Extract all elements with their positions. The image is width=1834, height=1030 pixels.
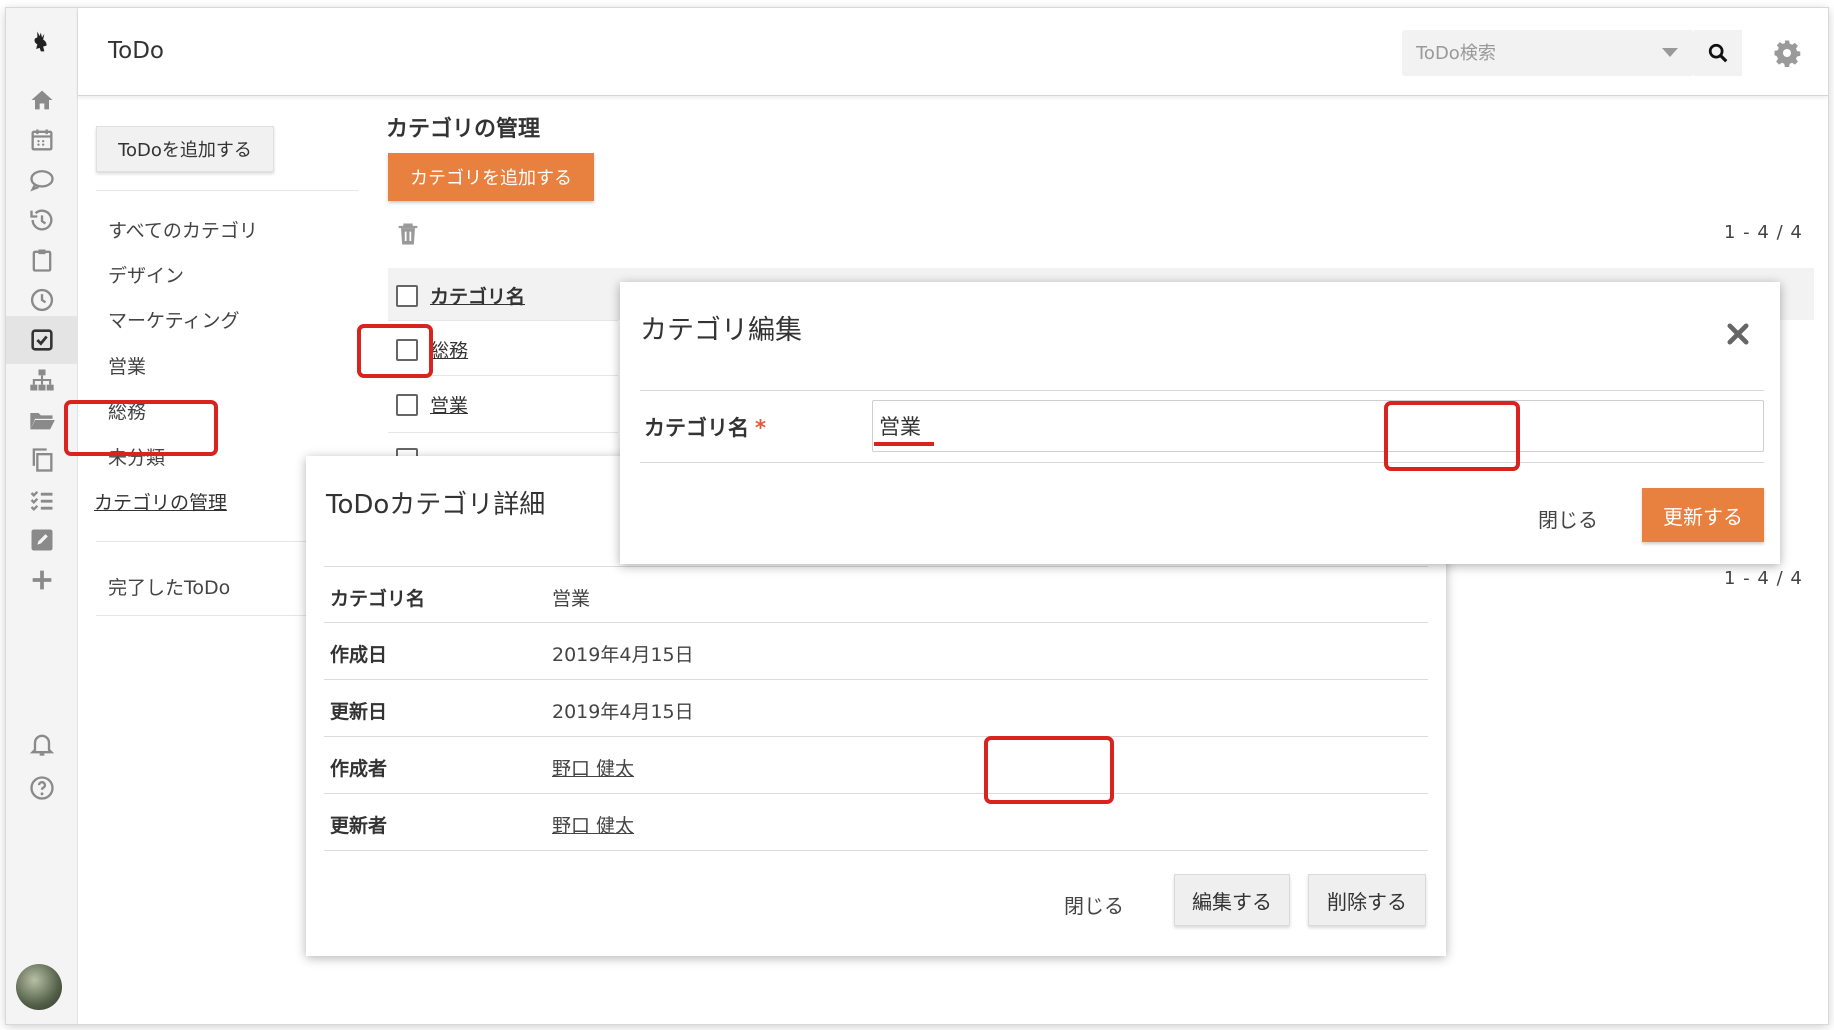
row-checkbox[interactable] [396,394,418,416]
field-value: 2019年4月15日 [552,644,694,666]
select-all-checkbox[interactable] [396,285,418,307]
highlight-update-button [1384,401,1520,471]
category-name-label: カテゴリ名 * [644,412,766,442]
sidebar-item-sales[interactable]: 営業 [108,352,146,379]
column-header-category-name[interactable]: カテゴリ名 [430,282,525,309]
pager-bottom: 1 - 4 / 4 [1724,568,1803,589]
highlight-edit-button [984,736,1114,804]
close-button[interactable]: 閉じる [1538,504,1598,533]
avatar[interactable] [16,964,62,1010]
search-box[interactable] [1402,30,1694,76]
sidebar-item-marketing[interactable]: マーケティング [108,306,239,333]
logo-icon[interactable] [26,26,58,58]
org-chart-icon[interactable] [26,364,58,396]
folder-icon[interactable] [26,404,58,436]
field-value: 営業 [552,588,591,610]
close-icon[interactable] [1724,320,1752,348]
dialog-title: カテゴリ編集 [640,315,802,346]
checklist-icon[interactable] [26,484,58,516]
table-row: 作成日 2019年4月15日 [324,623,1428,680]
search-button[interactable] [1694,30,1742,76]
required-mark: * [755,416,766,440]
app-title: ToDo [108,38,164,64]
chevron-down-icon[interactable] [1662,48,1678,57]
row-divider [388,432,618,433]
table-row: カテゴリ名 営業 [324,566,1428,623]
sidebar-divider [96,190,358,191]
bell-icon[interactable] [26,728,58,760]
creator-link[interactable]: 野口 健太 [552,754,634,781]
edit-button[interactable]: 編集する [1174,874,1290,926]
dialog-divider [640,390,1764,391]
detail-table: カテゴリ名 営業 作成日 2019年4月15日 更新日 2019年4月15日 作… [324,566,1428,851]
highlight-category-management [64,400,218,456]
dialog-divider [640,462,1764,463]
search-input[interactable] [1402,30,1642,76]
field-label: 更新日 [330,701,388,723]
help-icon[interactable] [26,772,58,804]
plus-icon[interactable] [26,564,58,596]
field-value: 2019年4月15日 [552,701,694,723]
dialog-title: ToDoカテゴリ詳細 [326,490,546,520]
trash-icon[interactable] [394,220,422,252]
row-divider [388,320,618,321]
table-row: 更新者 野口 健太 [324,794,1428,851]
sidebar-item-category-management[interactable]: カテゴリの管理 [94,488,227,515]
category-edit-dialog: カテゴリ編集 カテゴリ名* 閉じる 更新する [620,282,1780,564]
app-window: ToDo ToDoを追加する すべてのカテゴリ デザイン マーケティング 営業 … [6,8,1828,1024]
field-label-text: カテゴリ名 [644,416,749,440]
update-button[interactable]: 更新する [1642,488,1764,542]
add-todo-button[interactable]: ToDoを追加する [96,126,274,172]
field-label: 更新者 [330,815,388,837]
add-category-button[interactable]: カテゴリを追加する [388,153,594,201]
page-title: カテゴリの管理 [386,117,541,142]
icon-rail [6,8,78,1024]
table-row: 作成者 野口 健太 [324,737,1428,794]
field-label: 作成日 [330,644,388,666]
clipboard-icon[interactable] [26,244,58,276]
search-icon [1708,43,1728,63]
sidebar-item-completed-todo[interactable]: 完了したToDo [108,573,230,600]
field-label: 作成者 [330,758,388,780]
category-name-input[interactable] [872,400,1764,452]
table-row: 更新日 2019年4月15日 [324,680,1428,737]
list-item-sales[interactable]: 営業 [430,391,468,418]
history-icon[interactable] [26,204,58,236]
delete-button[interactable]: 削除する [1308,874,1426,926]
updater-link[interactable]: 野口 健太 [552,811,634,838]
home-icon[interactable] [26,84,58,116]
gear-icon[interactable] [1772,38,1802,68]
input-highlight-underline [874,442,934,446]
chat-icon[interactable] [26,164,58,196]
top-header: ToDo [78,8,1828,96]
sidebar-item-design[interactable]: デザイン [108,261,184,288]
sidebar-item-all[interactable]: すべてのカテゴリ [108,216,258,243]
todo-check-icon[interactable] [6,316,78,364]
list-item-general-affairs[interactable]: 総務 [430,336,468,363]
highlight-sales-row [357,324,433,378]
calendar-icon[interactable] [26,124,58,156]
field-label: カテゴリ名 [330,588,426,610]
pager-top: 1 - 4 / 4 [1724,222,1803,243]
close-button[interactable]: 閉じる [1064,890,1124,919]
copy-icon[interactable] [26,444,58,476]
clock-icon[interactable] [26,284,58,316]
edit-icon[interactable] [26,524,58,556]
